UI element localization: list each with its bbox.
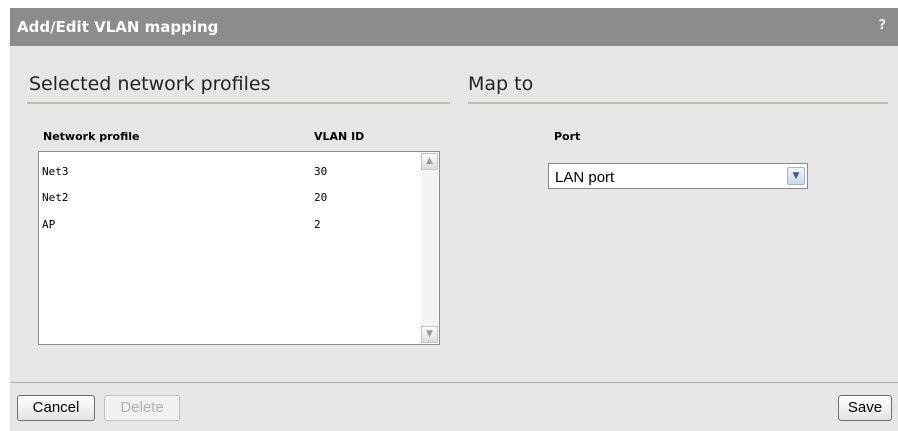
chevron-down-icon[interactable]: ▼ bbox=[787, 167, 805, 185]
list-scrollbar[interactable]: ▲ ▼ bbox=[421, 153, 438, 343]
help-icon[interactable]: ? bbox=[878, 18, 886, 33]
save-button[interactable]: Save bbox=[838, 395, 892, 421]
list-item-profile: Net2 bbox=[42, 191, 69, 204]
map-to-heading: Map to bbox=[468, 73, 534, 95]
right-heading-divider bbox=[468, 102, 888, 104]
list-item[interactable]: AP 2 bbox=[39, 214, 419, 236]
network-profile-list[interactable]: Net3 30 Net2 20 AP 2 ▲ ▼ bbox=[38, 151, 440, 345]
footer-divider bbox=[10, 382, 898, 383]
port-label: Port bbox=[554, 130, 581, 143]
selected-profiles-heading: Selected network profiles bbox=[29, 73, 271, 95]
dialog-title: Add/Edit VLAN mapping bbox=[17, 18, 219, 36]
delete-button[interactable]: Delete bbox=[104, 395, 180, 421]
list-item[interactable]: Net3 30 bbox=[39, 161, 419, 183]
port-select-value: LAN port bbox=[555, 169, 615, 186]
column-header-vlan-id: VLAN ID bbox=[314, 130, 365, 143]
scroll-up-icon[interactable]: ▲ bbox=[421, 153, 438, 170]
port-select[interactable]: LAN port ▼ bbox=[548, 163, 808, 189]
list-item-profile: Net3 bbox=[42, 165, 69, 178]
list-item-vlan: 2 bbox=[314, 218, 321, 231]
list-item-vlan: 20 bbox=[314, 191, 328, 204]
list-item-vlan: 30 bbox=[314, 165, 328, 178]
cancel-button[interactable]: Cancel bbox=[17, 395, 95, 421]
column-header-network-profile: Network profile bbox=[43, 130, 140, 143]
list-item[interactable]: Net2 20 bbox=[39, 187, 419, 209]
scroll-down-icon[interactable]: ▼ bbox=[421, 326, 438, 343]
dialog-titlebar: Add/Edit VLAN mapping ? bbox=[10, 8, 898, 46]
vlan-mapping-dialog: Add/Edit VLAN mapping ? Selected network… bbox=[10, 8, 898, 431]
left-heading-divider bbox=[27, 102, 450, 104]
list-item-profile: AP bbox=[42, 218, 56, 231]
